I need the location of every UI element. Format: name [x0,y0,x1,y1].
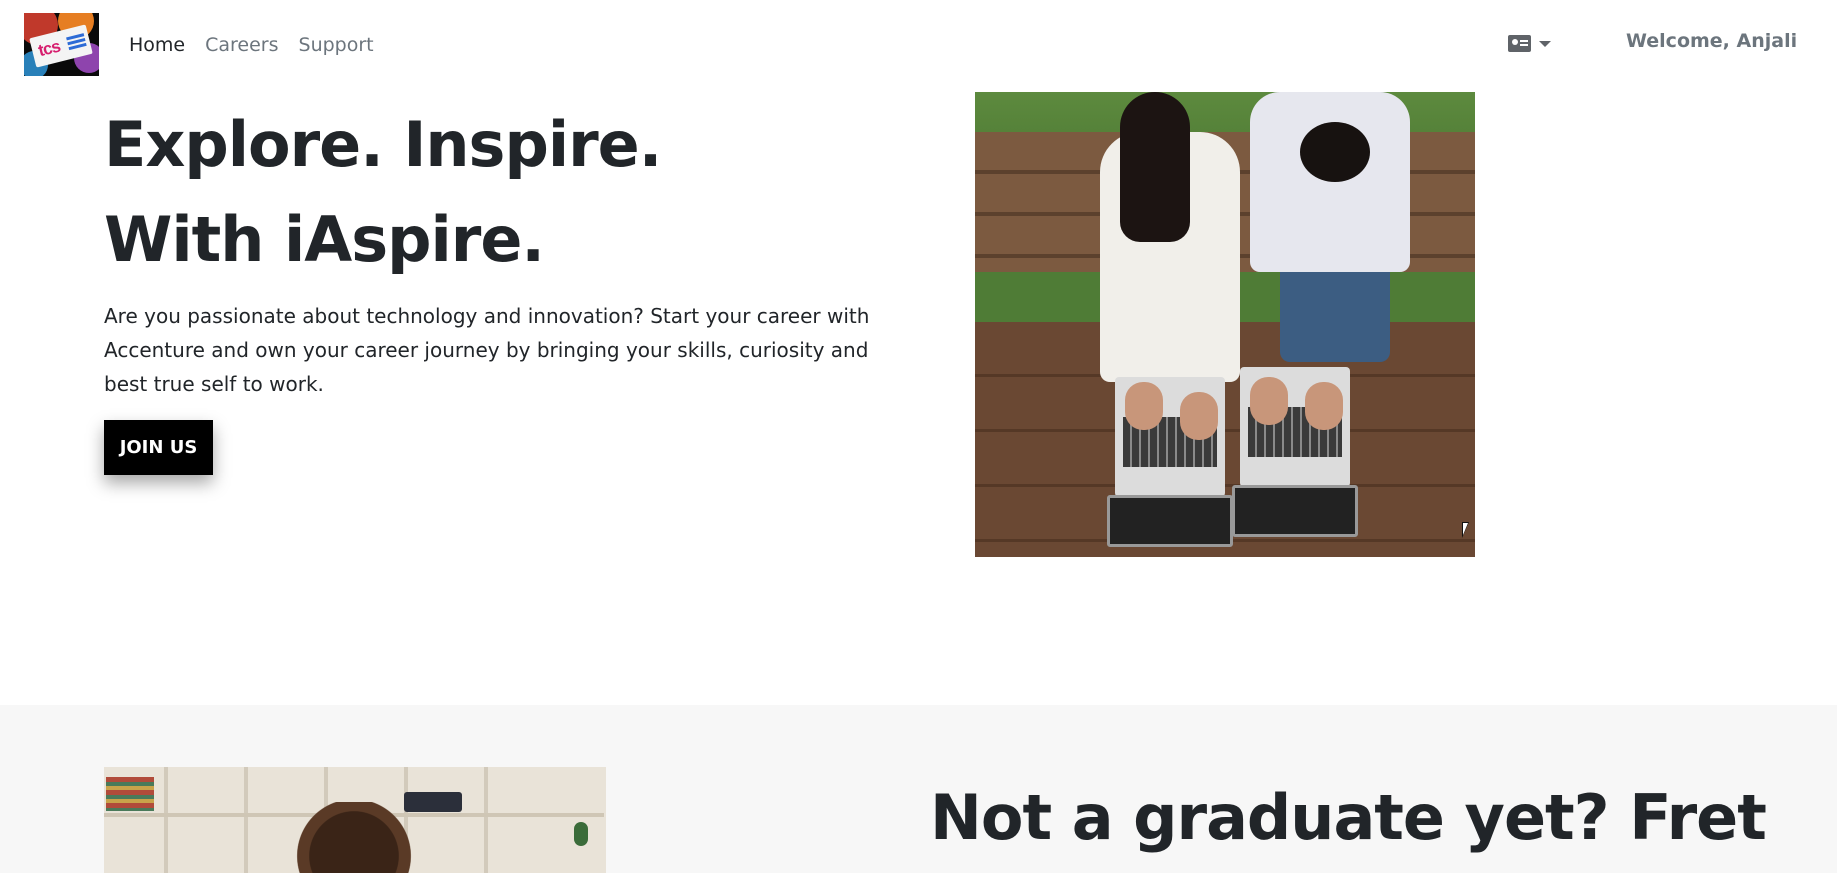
hero-title: Explore. Inspire. With iAspire. [104,108,662,276]
section-title: Not a graduate yet? Fret [930,781,1767,854]
id-card-icon [1508,35,1531,52]
caret-down-icon [1539,40,1551,47]
brand-logo[interactable]: tcs [24,13,99,76]
top-navbar: tcs Home Careers Support Welcome, Anjali [0,0,1837,90]
welcome-text: Welcome, Anjali [1626,30,1798,52]
hero-description: Are you passionate about technology and … [104,304,870,396]
join-us-button[interactable]: JOIN US [104,420,213,475]
main-nav: Home Careers Support [129,34,374,56]
student-image [104,767,606,873]
nav-support-link[interactable]: Support [299,34,374,56]
mouse-cursor-icon [1462,522,1469,538]
hero-image [975,92,1475,557]
nav-home-link[interactable]: Home [129,34,185,56]
profile-dropdown-toggle[interactable] [1508,35,1551,52]
nav-careers-link[interactable]: Careers [205,34,278,56]
